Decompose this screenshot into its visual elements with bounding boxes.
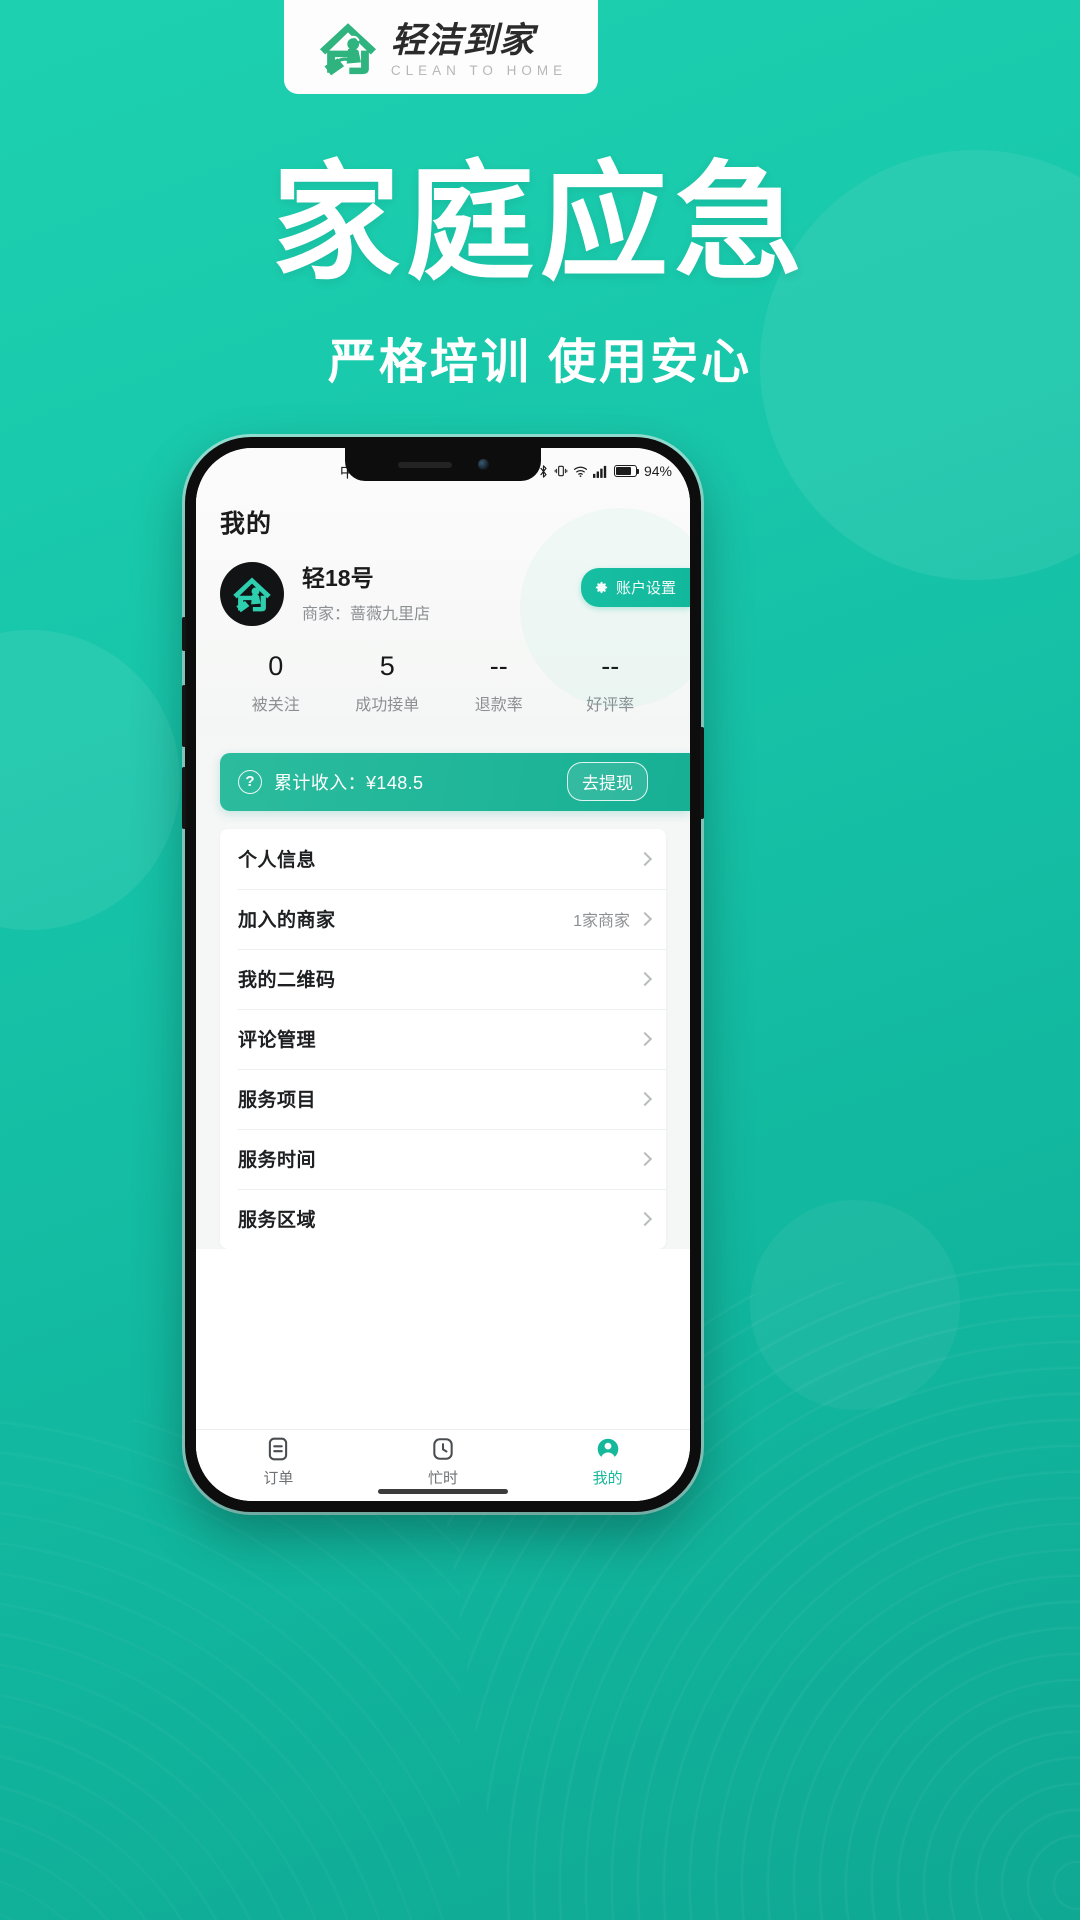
house-cleaner-logo <box>319 23 376 76</box>
chevron-right-icon <box>637 971 653 986</box>
profile-text: 轻18号 商家：蔷薇九里店 <box>302 564 666 624</box>
chevron-right-icon <box>637 1151 653 1166</box>
phone-mockup: 中国移动 15:18 <box>182 437 704 1512</box>
income-banner[interactable]: ? 累计收入：¥148.5 去提现 <box>220 752 690 811</box>
stat-label: 退款率 <box>474 696 523 714</box>
signal-icon <box>592 465 607 478</box>
app-content: 我的 轻18号 商家：蔷薇九里店 账户设置 0 被关注 5 成功接单 -- 退款… <box>196 488 690 1501</box>
tab-mine[interactable]: 我的 <box>525 1436 690 1488</box>
chevron-right-icon <box>637 1031 653 1046</box>
poster-root: 轻洁到家 CLEAN TO HOME 家庭应急 严格培训 使用安心 中国移动 1… <box>0 0 1080 1920</box>
withdraw-button[interactable]: 去提现 <box>567 762 648 802</box>
profile-merchant: 商家：蔷薇九里店 <box>302 605 431 623</box>
menu-item-label: 评论管理 <box>238 1030 317 1052</box>
stat-item[interactable]: -- 好评率 <box>555 651 667 715</box>
battery-icon <box>613 465 640 477</box>
earpiece-speaker <box>397 461 452 468</box>
poster-headline: 家庭应急 <box>271 152 808 295</box>
brand-name-cn: 轻洁到家 <box>390 21 535 61</box>
profile-hero: 我的 轻18号 商家：蔷薇九里店 账户设置 0 被关注 5 成功接单 -- 退款… <box>196 488 690 737</box>
stat-value: -- <box>601 651 620 681</box>
person-icon <box>597 1438 618 1460</box>
vibrate-icon <box>554 465 568 477</box>
stat-item[interactable]: 0 被关注 <box>220 651 332 715</box>
income-section: ? 累计收入：¥148.5 去提现 <box>196 737 690 811</box>
order-document-icon <box>269 1437 288 1460</box>
menu-item-value: 1家商家 <box>573 912 630 930</box>
home-indicator <box>378 1489 508 1494</box>
account-settings-label: 账户设置 <box>615 580 676 597</box>
menu-item-service-area[interactable]: 服务区域 <box>220 1188 666 1249</box>
brand-card: 轻洁到家 CLEAN TO HOME <box>284 0 598 94</box>
tab-orders[interactable]: 订单 <box>196 1436 361 1488</box>
clock-icon <box>433 1437 453 1460</box>
tab-label: 订单 <box>263 1469 294 1487</box>
menu-item-service-time[interactable]: 服务时间 <box>220 1128 666 1189</box>
volume-up-button[interactable] <box>182 685 186 747</box>
volume-down-button[interactable] <box>182 767 186 829</box>
menu-item-label: 我的二维码 <box>238 970 336 992</box>
chevron-right-icon <box>637 851 653 866</box>
stat-label: 被关注 <box>251 696 300 714</box>
mute-switch[interactable] <box>182 617 186 651</box>
phone-notch <box>345 448 541 481</box>
wifi-icon <box>573 466 588 477</box>
battery-percent: 94% <box>643 463 672 479</box>
phone-screen: 中国移动 15:18 <box>196 448 690 1501</box>
menu-item-service-items[interactable]: 服务项目 <box>220 1068 666 1129</box>
account-settings-button[interactable]: 账户设置 <box>580 568 690 607</box>
poster-subline: 严格培训 使用安心 <box>327 336 753 389</box>
stat-label: 成功接单 <box>355 696 420 714</box>
stat-item[interactable]: -- 退款率 <box>443 651 555 715</box>
decorative-circle-left <box>0 630 180 930</box>
menu-item-label: 服务时间 <box>238 1150 317 1172</box>
stat-value: -- <box>489 651 508 681</box>
chevron-right-icon <box>637 1091 653 1106</box>
profile-row[interactable]: 轻18号 商家：蔷薇九里店 账户设置 <box>220 562 690 626</box>
profile-name: 轻18号 <box>302 565 374 592</box>
menu-list: 个人信息 加入的商家 1家商家 我的二维码 评论管理 服务项目 服务时间 服务区… <box>220 828 666 1249</box>
menu-item-label: 服务项目 <box>238 1090 317 1112</box>
stat-item[interactable]: 5 成功接单 <box>332 651 444 715</box>
menu-item-label: 个人信息 <box>238 850 317 872</box>
menu-item-joined-merchants[interactable]: 加入的商家 1家商家 <box>220 888 666 949</box>
stat-value: 0 <box>268 651 284 681</box>
stats-row: 0 被关注 5 成功接单 -- 退款率 -- 好评率 <box>220 651 667 737</box>
gear-icon <box>595 581 608 594</box>
status-bar-right: 94% <box>519 463 672 479</box>
tab-label: 我的 <box>592 1469 623 1487</box>
menu-section: 个人信息 加入的商家 1家商家 我的二维码 评论管理 服务项目 服务时间 服务区… <box>196 811 690 1249</box>
house-cleaner-avatar <box>233 577 271 613</box>
income-text: 累计收入：¥148.5 <box>274 772 424 793</box>
tab-busy-time[interactable]: 忙时 <box>361 1436 526 1488</box>
tab-label: 忙时 <box>428 1469 459 1487</box>
content-spacer <box>196 1248 690 1429</box>
chevron-right-icon <box>637 1211 653 1226</box>
menu-item-label: 服务区域 <box>238 1210 317 1232</box>
question-mark-icon[interactable]: ? <box>238 769 262 794</box>
power-button[interactable] <box>700 727 704 819</box>
menu-item-label: 加入的商家 <box>238 910 336 932</box>
menu-item-comment-management[interactable]: 评论管理 <box>220 1008 666 1069</box>
chevron-right-icon <box>637 911 653 926</box>
avatar[interactable] <box>220 562 284 626</box>
brand-text: 轻洁到家 CLEAN TO HOME <box>390 21 568 78</box>
brand-name-en: CLEAN TO HOME <box>390 63 568 78</box>
menu-item-personal-info[interactable]: 个人信息 <box>220 829 666 889</box>
front-camera-icon <box>477 459 489 470</box>
stat-value: 5 <box>379 651 395 681</box>
page-title: 我的 <box>220 510 273 538</box>
menu-item-my-qrcode[interactable]: 我的二维码 <box>220 948 666 1009</box>
stat-label: 好评率 <box>586 696 635 714</box>
